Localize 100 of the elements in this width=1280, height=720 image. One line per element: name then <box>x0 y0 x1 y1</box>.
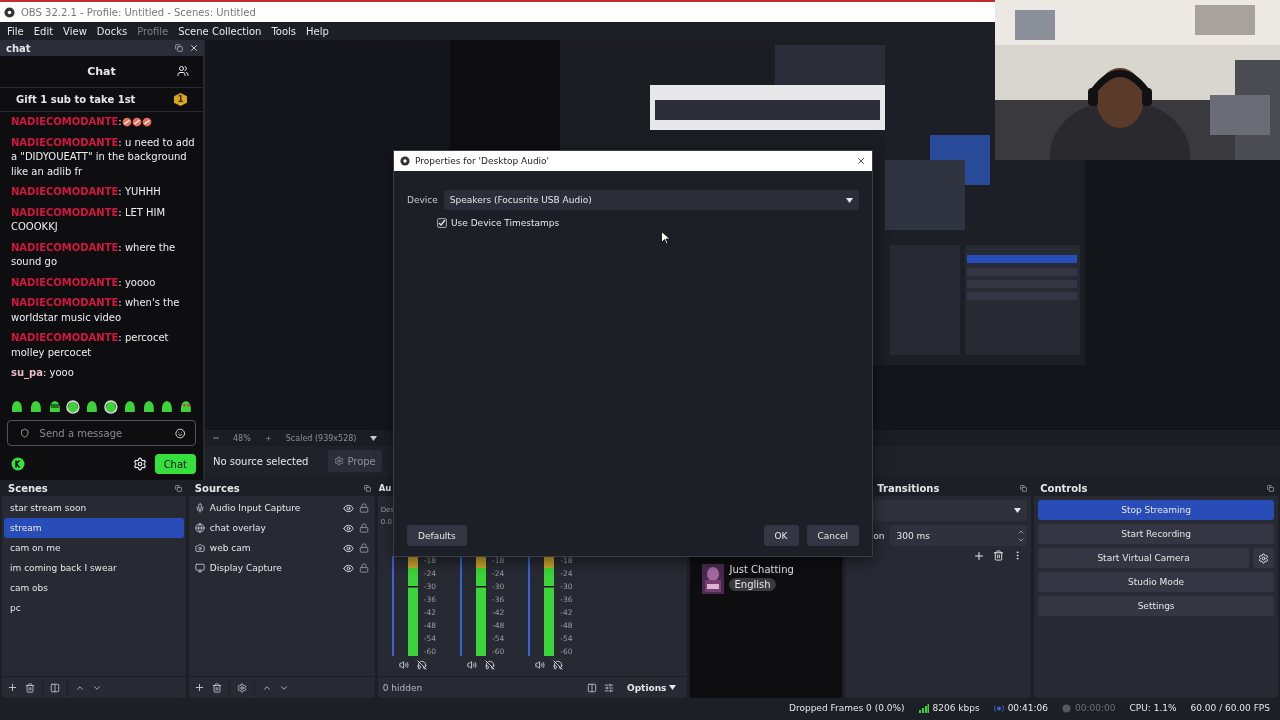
dock-title: Au <box>378 483 392 493</box>
float-icon[interactable] <box>174 484 182 492</box>
defaults-button[interactable]: Defaults <box>407 525 467 546</box>
visibility-icon[interactable] <box>342 522 354 534</box>
scene-item[interactable]: im coming back I swear <box>4 558 184 578</box>
device-select[interactable]: Speakers (Focusrite USB Audio) <box>443 190 859 210</box>
chat-message: su_pa: yooo <box>11 366 75 381</box>
message-field[interactable]: Send a message <box>37 426 167 440</box>
source-status: No source selected <box>213 455 309 467</box>
control-button[interactable]: Start Recording <box>1038 524 1274 544</box>
chat-message: NADIECOMODANTE: yoooo <box>11 275 157 290</box>
k-logo-icon[interactable] <box>11 457 25 471</box>
emote-icon[interactable] <box>103 399 119 414</box>
microphone-icon <box>194 503 205 513</box>
scene-item[interactable]: stream <box>4 518 184 538</box>
visibility-icon[interactable] <box>342 502 354 514</box>
lock-icon[interactable] <box>358 523 369 533</box>
close-icon[interactable] <box>856 156 866 166</box>
layout-icon[interactable] <box>587 682 598 693</box>
add-icon[interactable] <box>973 550 986 562</box>
menu-item[interactable]: Help <box>302 25 333 37</box>
options-button[interactable]: Options <box>621 681 683 694</box>
monitor-icon <box>194 563 205 573</box>
cancel-button[interactable]: Cancel <box>806 525 859 546</box>
emote-icon <box>131 117 142 128</box>
caret-icon <box>846 197 853 203</box>
gear-icon <box>1258 552 1269 564</box>
source-item[interactable]: Display Capture <box>209 563 338 573</box>
filter-icon[interactable] <box>50 682 60 693</box>
menu-item[interactable]: Docks <box>92 25 132 37</box>
source-item[interactable]: web cam <box>209 543 338 553</box>
advanced-audio-icon[interactable] <box>604 682 615 693</box>
scale-mode[interactable]: Scaled (939x528) <box>285 433 357 443</box>
chat-message: NADIECOMODANTE: when's the worldstar music video <box>11 296 181 325</box>
stream-time: 00:41:06 <box>1007 703 1049 713</box>
headphones-off-icon[interactable] <box>416 660 427 670</box>
headphones-off-icon[interactable] <box>485 660 496 670</box>
float-icon[interactable] <box>1020 484 1028 492</box>
close-icon[interactable] <box>189 43 199 53</box>
lock-icon[interactable] <box>358 503 369 513</box>
emote-icon[interactable] <box>84 399 100 414</box>
speaker-icon[interactable] <box>398 660 409 670</box>
float-icon[interactable] <box>1267 484 1274 492</box>
duration-field[interactable]: 300 ms <box>889 525 1028 546</box>
emoji-icon[interactable] <box>174 427 185 439</box>
caret-icon <box>669 685 677 690</box>
speaker-icon[interactable] <box>467 660 478 670</box>
control-button[interactable]: Start Virtual Camera <box>1038 548 1249 568</box>
menu-item[interactable]: Edit <box>29 25 58 37</box>
lock-icon[interactable] <box>358 543 369 553</box>
emote-icon[interactable] <box>178 399 194 414</box>
device-label: Device <box>407 195 438 205</box>
control-button[interactable]: Settings <box>1038 596 1274 616</box>
chat-button[interactable]: Chat <box>154 454 196 474</box>
scene-item[interactable]: star stream soon <box>4 498 184 518</box>
chat-message: NADIECOMODANTE: YUHHH <box>11 185 162 199</box>
chat-message: NADIECOMODANTE: where the sound go <box>11 240 177 269</box>
menu-item[interactable]: File <box>3 25 28 37</box>
control-button[interactable]: Studio Mode <box>1038 572 1274 592</box>
delete-icon[interactable] <box>993 550 1005 561</box>
frame-rate: 60.00 / 60.00 FPS <box>1190 703 1270 713</box>
speaker-icon[interactable] <box>535 660 546 670</box>
add-icon[interactable] <box>193 682 205 693</box>
dock-title: Transitions <box>877 482 940 494</box>
add-icon[interactable] <box>7 682 18 693</box>
menu-item[interactable]: Scene Collection <box>174 25 266 37</box>
timestamps-checkbox[interactable] <box>437 218 447 228</box>
dialog-title: Properties for 'Desktop Audio' <box>415 156 551 166</box>
control-button[interactable]: Stop Streaming <box>1038 500 1274 520</box>
chat-message: NADIECOMODANTE: <box>11 115 122 129</box>
menu-item[interactable]: View <box>59 25 91 37</box>
visibility-icon[interactable] <box>342 542 354 554</box>
scene-item[interactable]: cam obs <box>4 578 184 598</box>
gear-icon <box>334 456 345 466</box>
source-item[interactable]: Audio Input Capture <box>209 503 338 513</box>
window-title: OBS 32.2.1 - Profile: Untitled - Scenes: Untitled <box>21 6 256 18</box>
visibility-icon[interactable] <box>342 562 354 574</box>
caret-icon[interactable] <box>370 435 378 441</box>
delete-icon[interactable] <box>25 682 35 693</box>
settings-button[interactable] <box>1253 548 1274 568</box>
emote-icon[interactable] <box>9 399 25 414</box>
menu-item[interactable]: Tools <box>267 25 301 37</box>
source-item[interactable]: chat overlay <box>209 523 338 533</box>
properties-button[interactable]: Prope <box>328 450 382 472</box>
float-icon[interactable] <box>363 484 371 492</box>
app-logo-icon <box>400 156 410 166</box>
scene-item[interactable]: pc <box>4 598 184 618</box>
streaming-icon <box>993 703 1004 713</box>
scene-item[interactable]: cam on me <box>4 538 184 558</box>
headphones-off-icon[interactable] <box>553 660 564 670</box>
ok-button[interactable]: OK <box>763 525 799 546</box>
globe-icon <box>194 523 205 533</box>
message-box[interactable]: Send a message <box>7 420 196 446</box>
zoom-in-icon[interactable] <box>264 434 272 442</box>
delete-icon[interactable] <box>211 682 222 693</box>
float-icon[interactable] <box>175 44 183 52</box>
bitrate: 8206 kbps <box>932 703 980 713</box>
emote-icon[interactable] <box>65 399 82 414</box>
users-icon[interactable] <box>177 65 189 77</box>
lock-icon[interactable] <box>358 563 369 573</box>
